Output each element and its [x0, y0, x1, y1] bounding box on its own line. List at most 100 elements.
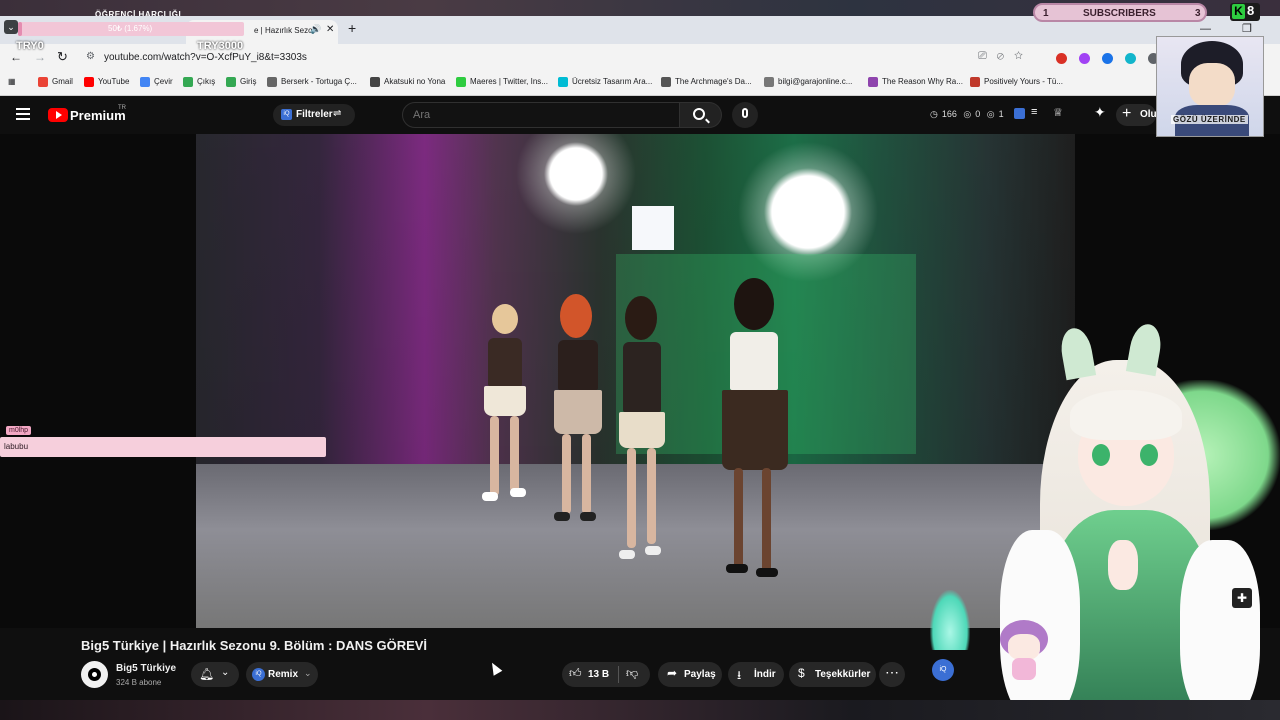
site-info-icon[interactable]: ⚙ [86, 51, 95, 62]
search-input[interactable] [402, 102, 680, 128]
iq-icon[interactable] [1014, 108, 1025, 119]
mic-icon [742, 108, 748, 118]
subscribers-counter: 1 SUBSCRIBERS 3 [1033, 3, 1207, 22]
bookmark-item[interactable]: YouTube [84, 77, 129, 87]
thanks-label: Teşekkürler [815, 669, 871, 680]
dancer [611, 296, 673, 562]
extension-icon[interactable] [1125, 53, 1136, 64]
url-text[interactable]: youtube.com/watch?v=O-XcfPuY_i8&t=3303s [104, 52, 307, 63]
bookmark-item[interactable]: Ücretsiz Tasarım Ara... [558, 77, 652, 87]
download-button[interactable]: ⭳ İndir [728, 662, 784, 687]
more-actions-button[interactable]: ⋯ [879, 662, 905, 687]
bookmark-label: Akatsuki no Yona [384, 77, 446, 87]
stat-a: 0 [975, 109, 981, 119]
bookmark-label: Ücretsiz Tasarım Ara... [572, 77, 653, 87]
bookmark-item[interactable]: Akatsuki no Yona [370, 77, 445, 87]
extension-icon[interactable] [1102, 53, 1113, 64]
bookmark-label: Berserk - Tortuga Ç... [281, 77, 357, 87]
video-frame[interactable] [196, 134, 1075, 628]
kick-count: 8 [1247, 3, 1255, 18]
bookmark-label: YouTube [98, 77, 130, 87]
extension-icon[interactable] [1079, 53, 1090, 64]
divider [618, 666, 619, 683]
bookmark-favicon-icon [140, 77, 150, 87]
thanks-button[interactable]: $ Teşekkürler [789, 662, 876, 687]
mouse-cursor [487, 660, 503, 676]
bookmark-item[interactable]: Positively Yours - Tü... [970, 77, 1063, 87]
bookmark-item[interactable]: Gmail [38, 77, 73, 87]
bookmark-label: Gmail [52, 77, 73, 87]
share-button[interactable]: ➦ Paylaş [658, 662, 722, 687]
remix-button[interactable]: iQ Remix ⌄ [246, 662, 318, 687]
vtuber-eye [1092, 444, 1110, 466]
voice-search-button[interactable] [732, 102, 758, 128]
chat-message-text: labubu [4, 442, 29, 451]
bookmark-item[interactable]: Çevir [140, 77, 173, 87]
donation-progress-text: 50₺ (1.67%) [108, 24, 153, 33]
bookmark-favicon-icon [226, 77, 236, 87]
light-panel [632, 206, 674, 250]
forward-arrow-icon[interactable]: → [34, 50, 46, 64]
bell-icon: 🔔︎ [199, 667, 215, 681]
search-button[interactable] [680, 102, 722, 128]
youtube-logo-icon[interactable] [48, 108, 68, 122]
close-icon[interactable]: ✕ [326, 24, 334, 35]
vtuber-bangs [1070, 390, 1182, 440]
apps-grid-icon[interactable]: ▦ [8, 77, 16, 86]
thanks-icon: $ [798, 666, 805, 680]
bookmark-item[interactable]: Giriş [226, 77, 256, 87]
channel-name[interactable]: Big5 Türkiye [116, 663, 176, 674]
bookmark-label: Maeres | Twitter, Ins... [470, 77, 548, 87]
bookmark-favicon-icon [661, 77, 671, 87]
tune-icon: ⇌ [333, 108, 342, 119]
speaker-icon[interactable]: 🔊 [310, 24, 321, 35]
chibi-face [1008, 634, 1040, 660]
extension-icon[interactable] [1056, 53, 1067, 64]
youtube-header: Premium TR iQ Filtreler ⇌ ◷166 ◎0 ◎1 ≡ ♕… [0, 96, 1280, 134]
address-action-icons[interactable]: ⎚⊘☆ [978, 50, 1033, 63]
vtuber-fur [1180, 540, 1260, 720]
extension-star-icon[interactable]: ✦ [1094, 104, 1106, 121]
stat-b: 1 [998, 109, 1004, 119]
filters-button[interactable]: iQ Filtreler ⇌ [273, 104, 355, 126]
bookmark-item[interactable]: The Archmage's Da... [661, 77, 752, 87]
menu-icon[interactable] [16, 108, 30, 120]
back-arrow-icon[interactable]: ← [10, 50, 22, 64]
subscribed-bell-button[interactable]: 🔔︎ ⌄ [191, 662, 239, 687]
channel-avatar[interactable] [81, 661, 108, 688]
tab-search-icon[interactable]: ⌄ [4, 20, 18, 34]
bookmark-label: Giriş [240, 77, 257, 87]
try-left-label: TRY0 [16, 40, 44, 52]
bookmark-item[interactable]: bilgi@garajonline.c... [764, 77, 852, 87]
thumbs-up-icon[interactable]: 👍︎ [569, 666, 582, 681]
header-stats: ◷ 166 ◎ 0 ◎ 1 [930, 109, 1008, 120]
create-label: Olu [1140, 109, 1157, 120]
new-tab-button[interactable]: + [348, 20, 356, 36]
trophy-icon[interactable]: ♕ [1053, 106, 1063, 119]
bookmark-item[interactable]: Maeres | Twitter, Ins... [456, 77, 548, 87]
like-dislike-group: 👍︎ 13 B 👎︎ [562, 662, 650, 687]
bookmark-item[interactable]: Çıkış [183, 77, 215, 87]
chevron-down-icon: ⌄ [221, 667, 230, 678]
thumbs-down-icon[interactable]: 👎︎ [626, 666, 638, 681]
bookmark-item[interactable]: Berserk - Tortuga Ç... [267, 77, 357, 87]
bookmark-label: The Reason Why Ra... [882, 77, 963, 87]
chat-username: m0lhp [6, 426, 32, 435]
list-icon[interactable]: ≡ [1031, 106, 1037, 118]
create-button[interactable]: + Olu [1116, 104, 1157, 126]
extension-icons[interactable] [1056, 51, 1171, 69]
subscribers-left-number: 1 [1043, 8, 1049, 19]
bookmarks-bar: ▦ Gmail YouTube Çevir Çıkış Giriş Berserk - T… [0, 72, 1280, 96]
download-label: İndir [754, 669, 776, 680]
bookmark-label: The Archmage's Da... [675, 77, 752, 87]
donation-progress-bar: 50₺ (1.67%) [18, 22, 244, 36]
video-title: Big5 Türkiye | Hazırlık Sezonu 9. Bölüm … [81, 638, 428, 653]
stat-views: 166 [941, 109, 957, 119]
bookmark-item[interactable]: The Reason Why Ra... [868, 77, 963, 87]
side-plus-icon[interactable]: ✚ [1232, 588, 1252, 608]
webcam-caption: GÖZÜ ÜZERİNDE [1171, 115, 1248, 124]
bookmark-favicon-icon [370, 77, 380, 87]
like-count[interactable]: 13 B [588, 669, 609, 680]
iq-icon[interactable]: iQ [932, 659, 954, 681]
reload-icon[interactable]: ↻ [57, 49, 68, 65]
